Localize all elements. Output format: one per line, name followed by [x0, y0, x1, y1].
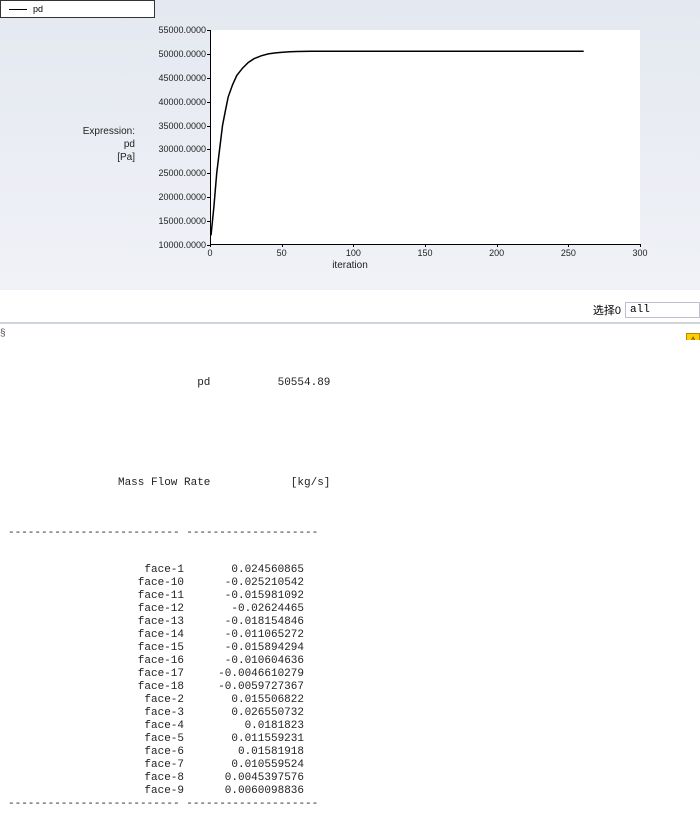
row-face-name: face-9: [4, 785, 184, 798]
row-face-name: face-3: [4, 707, 184, 720]
console-row: face-80.0045397576: [4, 772, 700, 785]
x-tick-label: 0: [207, 248, 212, 258]
row-face-value: 0.0060098836: [184, 785, 304, 798]
x-tick-label: 100: [346, 248, 361, 258]
panel-divider[interactable]: [0, 322, 700, 324]
row-face-name: face-4: [4, 720, 184, 733]
y-tick-label: 30000.0000: [146, 144, 206, 154]
row-face-value: 0.011559231: [184, 733, 304, 746]
chart-panel: pd 10000.000015000.000020000.000025000.0…: [0, 0, 700, 290]
row-face-name: face-5: [4, 733, 184, 746]
y-tick-label: 50000.0000: [146, 49, 206, 59]
console-row: face-20.015506822: [4, 694, 700, 707]
console-row: face-50.011559231: [4, 733, 700, 746]
row-face-value: -0.015981092: [184, 590, 304, 603]
row-face-name: face-10: [4, 577, 184, 590]
mass-flow-unit: [kg/s]: [210, 477, 330, 490]
row-face-value: 0.015506822: [184, 694, 304, 707]
console-row: face-40.0181823: [4, 720, 700, 733]
mass-flow-label: Mass Flow Rate: [30, 477, 210, 490]
row-face-name: face-1: [4, 564, 184, 577]
console-row: face-70.010559524: [4, 759, 700, 772]
y-tick-label: 55000.0000: [146, 25, 206, 35]
row-face-value: -0.015894294: [184, 642, 304, 655]
row-face-name: face-15: [4, 642, 184, 655]
console-row: face-17-0.0046610279: [4, 668, 700, 681]
y-tick-label: 15000.0000: [146, 216, 206, 226]
row-face-value: -0.011065272: [184, 629, 304, 642]
row-face-value: 0.026550732: [184, 707, 304, 720]
console-row: face-13-0.018154846: [4, 616, 700, 629]
y-tick-label: 25000.0000: [146, 168, 206, 178]
console-row: face-18-0.0059727367: [4, 681, 700, 694]
selector-row: 选择0 all: [0, 300, 700, 320]
row-face-name: face-11: [4, 590, 184, 603]
left-badge-icon: §: [0, 328, 6, 339]
row-face-value: 0.024560865: [184, 564, 304, 577]
y-tick-label: 40000.0000: [146, 97, 206, 107]
x-axis-label: iteration: [0, 260, 700, 271]
console-row: face-14-0.011065272: [4, 629, 700, 642]
console-row: face-10-0.025210542: [4, 577, 700, 590]
dash-row: -------------------------- -------------…: [4, 527, 318, 540]
console-row: face-30.026550732: [4, 707, 700, 720]
row-face-name: face-13: [4, 616, 184, 629]
row-face-value: -0.0046610279: [184, 668, 304, 681]
y-tick-label: 20000.0000: [146, 192, 206, 202]
pd-value: 50554.89: [210, 377, 330, 390]
row-face-name: face-2: [4, 694, 184, 707]
row-face-value: 0.01581918: [184, 746, 304, 759]
y-tick-label: 10000.0000: [146, 240, 206, 250]
y-axis-label: Expression: pd [Pa]: [55, 125, 135, 164]
row-face-value: -0.02624465: [184, 603, 304, 616]
row-face-value: 0.0181823: [184, 720, 304, 733]
console-output: pd50554.89 Mass Flow Rate[kg/s] --------…: [0, 340, 700, 620]
console-row: face-16-0.010604636: [4, 655, 700, 668]
dash-row: -------------------------- -------------…: [4, 798, 318, 811]
y-tick-label: 35000.0000: [146, 121, 206, 131]
row-face-name: face-7: [4, 759, 184, 772]
x-tick-label: 250: [561, 248, 576, 258]
row-face-value: -0.018154846: [184, 616, 304, 629]
x-tick-label: 300: [632, 248, 647, 258]
selector-dropdown[interactable]: all: [625, 302, 700, 318]
row-face-value: -0.0059727367: [184, 681, 304, 694]
plot-area: [210, 30, 640, 245]
row-face-value: 0.0045397576: [184, 772, 304, 785]
row-face-name: face-12: [4, 603, 184, 616]
console-row: face-11-0.015981092: [4, 590, 700, 603]
console-row: face-10.024560865: [4, 564, 700, 577]
row-face-value: 0.010559524: [184, 759, 304, 772]
console-row: face-90.0060098836: [4, 785, 700, 798]
row-face-name: face-17: [4, 668, 184, 681]
row-face-name: face-18: [4, 681, 184, 694]
x-tick-label: 150: [417, 248, 432, 258]
row-face-name: face-16: [4, 655, 184, 668]
row-face-value: -0.010604636: [184, 655, 304, 668]
console-row: face-60.01581918: [4, 746, 700, 759]
selector-label: 选择0: [593, 302, 621, 318]
row-face-name: face-14: [4, 629, 184, 642]
x-tick-label: 50: [277, 248, 287, 258]
pd-label: pd: [30, 377, 210, 390]
console-row: face-15-0.015894294: [4, 642, 700, 655]
y-tick-label: 45000.0000: [146, 73, 206, 83]
console-row: face-12-0.02624465: [4, 603, 700, 616]
x-tick-label: 200: [489, 248, 504, 258]
row-face-name: face-8: [4, 772, 184, 785]
chart-curve: [211, 30, 641, 245]
row-face-name: face-6: [4, 746, 184, 759]
row-face-value: -0.025210542: [184, 577, 304, 590]
chart-region: 10000.0000 15000.0000 20000.0000 25000.0000…: [0, 0, 700, 270]
